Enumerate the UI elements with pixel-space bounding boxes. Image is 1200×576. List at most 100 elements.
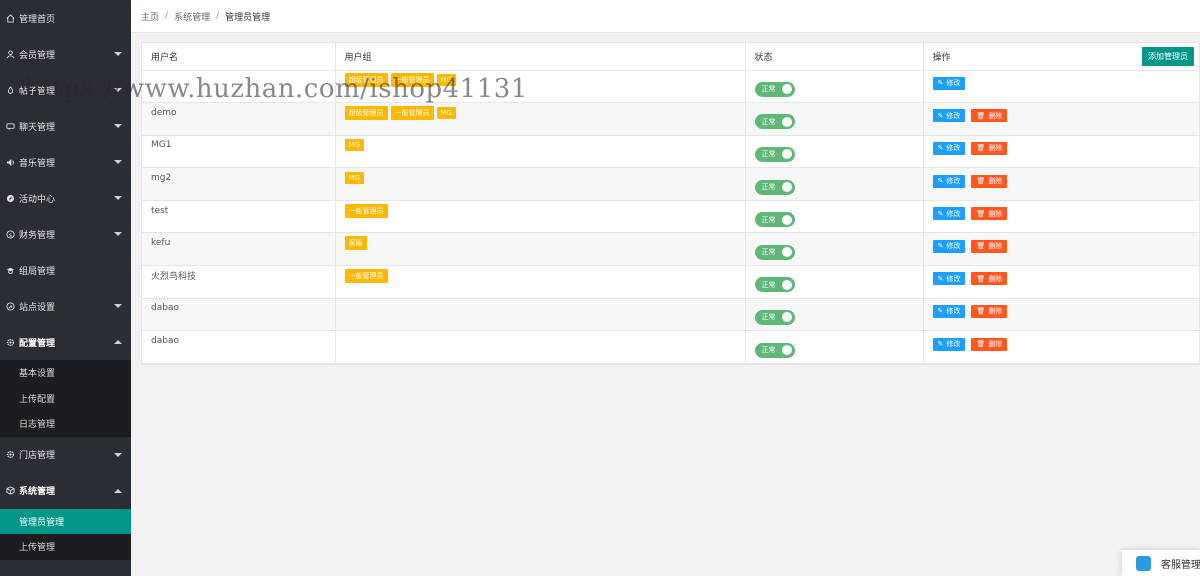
submenu-item-config-1[interactable]: 上传配置 [0, 386, 131, 412]
pencil-icon: ✎ [937, 111, 944, 120]
sidebar-item-label: 系统管理 [19, 487, 56, 497]
cell-group: 客服 [335, 232, 746, 267]
breadcrumb-section[interactable]: 系统管理 [174, 10, 210, 23]
delete-button[interactable]: 🗑 删除 [971, 239, 1008, 253]
edit-label: 修改 [946, 274, 961, 283]
home-icon [5, 13, 15, 23]
pencil-icon: ✎ [937, 242, 944, 251]
edit-button[interactable]: ✎ 修改 [932, 109, 966, 123]
delete-button[interactable]: 🗑 删除 [971, 304, 1008, 318]
edit-button[interactable]: ✎ 修改 [932, 337, 966, 351]
toggle-knob [781, 345, 792, 356]
delete-label: 删除 [988, 274, 1003, 283]
table-row: 火烈鸟科技 一般管理员 正常 ✎ 修改 🗑 删除 [142, 265, 1199, 299]
money-icon: $ [5, 229, 15, 239]
cell-username: 火烈鸟科技 [142, 265, 336, 299]
status-toggle[interactable]: 正常 [754, 244, 795, 260]
sidebar-item-system-0[interactable]: 系统管理 [0, 473, 131, 509]
username-text: dabao [151, 303, 179, 314]
status-toggle[interactable]: 正常 [754, 309, 795, 325]
chevron-up-icon [114, 488, 122, 493]
group-tag: 超级管理员 [344, 105, 388, 120]
submenu-item-config-2[interactable]: 日志管理 [0, 411, 131, 437]
header-status: 状态 [745, 43, 924, 71]
pencil-icon: ✎ [937, 340, 944, 349]
status-toggle[interactable]: 正常 [754, 146, 795, 162]
cell-group [335, 330, 746, 364]
customer-service-widget[interactable]: 客服管理 [1122, 550, 1200, 576]
cell-actions: ✎ 修改 🗑 删除 [923, 265, 1199, 299]
edit-button[interactable]: ✎ 修改 [932, 76, 966, 90]
submenu-item-system-1[interactable]: 上传管理 [0, 534, 131, 560]
table-row: test 一般管理员 正常 ✎ 修改 🗑 删除 [142, 200, 1199, 234]
cell-username: dabao [142, 330, 336, 364]
pencil-icon: ✎ [937, 79, 944, 88]
edit-button[interactable]: ✎ 修改 [932, 239, 966, 253]
sidebar-item-store-0[interactable]: 门店管理 [0, 437, 131, 473]
delete-button[interactable]: 🗑 删除 [971, 337, 1008, 351]
sidebar-item-main-1[interactable]: 会员管理 [0, 36, 131, 72]
status-toggle[interactable]: 正常 [754, 179, 795, 195]
status-label: 正常 [761, 313, 776, 322]
username-text: 火烈鸟科技 [151, 272, 197, 283]
sidebar-item-main-9[interactable]: 配置管理 [0, 324, 131, 360]
toggle-knob [781, 182, 792, 193]
username-text: mg2 [151, 173, 172, 184]
delete-button[interactable]: 🗑 删除 [971, 109, 1008, 123]
cell-status: 正常 [745, 232, 924, 267]
sidebar-item-main-5[interactable]: 活动中心 [0, 180, 131, 216]
edit-button[interactable]: ✎ 修改 [932, 141, 966, 155]
delete-button[interactable]: 🗑 删除 [971, 207, 1008, 221]
site-icon [5, 301, 15, 311]
username-text: demo [151, 107, 177, 118]
sidebar-item-main-8[interactable]: 站点设置 [0, 288, 131, 324]
edit-button[interactable]: ✎ 修改 [932, 207, 966, 221]
status-toggle[interactable]: 正常 [754, 277, 795, 293]
header-group: 用户组 [335, 43, 746, 71]
sidebar-item-main-0[interactable]: 管理首页 [0, 0, 131, 36]
sidebar-item-main-3[interactable]: 聊天管理 [0, 108, 131, 144]
status-label: 正常 [761, 215, 776, 224]
edit-button[interactable]: ✎ 修改 [932, 272, 966, 286]
status-toggle[interactable]: 正常 [754, 81, 795, 97]
status-toggle[interactable]: 正常 [754, 342, 795, 358]
toggle-knob [781, 84, 792, 95]
edit-label: 修改 [946, 79, 961, 88]
status-label: 正常 [761, 85, 776, 94]
header-action-label: 操作 [932, 52, 951, 63]
delete-button[interactable]: 🗑 删除 [971, 141, 1008, 155]
username-text: dabao [151, 336, 179, 347]
submenu-item-system-0[interactable]: 管理员管理 [0, 508, 131, 534]
sidebar-item-main-6[interactable]: $ 财务管理 [0, 216, 131, 252]
sidebar-item-main-7[interactable]: 组局管理 [0, 252, 131, 288]
status-label: 正常 [761, 117, 776, 126]
sidebar-item-label: 门店管理 [19, 451, 56, 461]
status-label: 正常 [761, 280, 776, 289]
sidebar-item-main-4[interactable]: 音乐管理 [0, 144, 131, 180]
toggle-knob [781, 214, 792, 225]
edit-button[interactable]: ✎ 修改 [932, 174, 966, 188]
breadcrumb-current: 管理员管理 [225, 12, 271, 23]
table-row: dabao 正常 ✎ 修改 🗑 删除 [142, 330, 1199, 364]
delete-label: 删除 [988, 209, 1003, 218]
sidebar-item-label: 聊天管理 [19, 122, 56, 133]
edit-label: 修改 [946, 111, 961, 120]
delete-button[interactable]: 🗑 删除 [971, 174, 1008, 188]
submenu-item-config-0[interactable]: 基本设置 [0, 360, 131, 386]
cell-actions: ✎ 修改 🗑 删除 [923, 298, 1199, 332]
delete-button[interactable]: 🗑 删除 [971, 272, 1008, 286]
add-admin-button[interactable]: 添加管理员 [1142, 47, 1194, 66]
group-tag: 一般管理员 [344, 203, 388, 218]
status-toggle[interactable]: 正常 [754, 114, 795, 130]
status-toggle[interactable]: 正常 [754, 212, 795, 228]
edit-button[interactable]: ✎ 修改 [932, 304, 966, 318]
edit-label: 修改 [946, 242, 961, 251]
cell-actions: ✎ 修改 🗑 删除 [923, 330, 1199, 364]
trash-icon: 🗑 [976, 242, 986, 251]
delete-label: 删除 [988, 307, 1003, 316]
breadcrumb-home[interactable]: 主页 [141, 10, 159, 23]
group-icon [5, 265, 15, 275]
sidebar-item-label: 活动中心 [19, 194, 56, 205]
group-tag: MG [344, 172, 364, 185]
cell-actions: ✎ 修改 🗑 删除 [923, 135, 1199, 169]
